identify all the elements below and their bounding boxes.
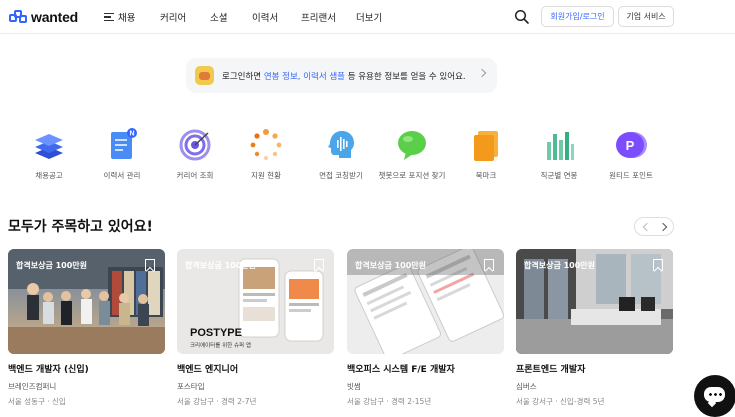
search-icon — [514, 9, 529, 24]
chat-bubble-icon — [395, 128, 429, 162]
quick-menu-label: 직군별 연봉 — [540, 171, 578, 180]
new-badge: N — [129, 131, 134, 138]
job-card-image: 합격보상금 100만원 — [516, 249, 673, 354]
company-name: 포스타입 — [177, 382, 205, 391]
job-card[interactable]: 합격보상금 100만원 POSTYPE 크리에이터를 위한 슈퍼 앱 백엔드 엔… — [177, 249, 334, 407]
signup-login-button[interactable]: 회원가입/로그인 — [541, 6, 614, 27]
nav-more[interactable]: 더보기 — [356, 10, 382, 24]
carousel-pager — [634, 217, 674, 236]
banner-text: 로그인하면 연봉 정보, 이력서 샘플 등 유용한 정보를 얻을 수 있어요. — [222, 70, 466, 82]
quick-menu-jobs[interactable]: 채용공고 — [13, 128, 85, 181]
nav-label: 커리어 — [160, 13, 187, 24]
banner-highlight: 연봉 정보, 이력서 샘플 — [263, 71, 346, 82]
reward-badge: 합격보상금 100만원 — [524, 261, 596, 270]
wanted-logo[interactable]: wanted — [9, 9, 78, 25]
quick-menu-interview[interactable]: 면접 코칭받기 — [305, 128, 377, 181]
search-button[interactable] — [514, 9, 530, 25]
quick-menu-label: 채용공고 — [35, 171, 63, 180]
quick-menu-label: 북마크 — [475, 171, 497, 180]
job-title: 백오피스 시스템 F/E 개발자 — [347, 365, 455, 375]
layers-icon — [32, 128, 66, 162]
job-card-image: 합격보상금 100만원 — [8, 249, 165, 354]
bookmark-icon[interactable] — [653, 259, 663, 271]
nav-social[interactable]: 소셜 — [210, 10, 252, 24]
nav-label: 소셜 — [210, 13, 228, 24]
nav-career[interactable]: 커리어 — [160, 10, 210, 24]
nav-label: 더보기 — [356, 13, 383, 24]
reward-badge: 합격보상금 100만원 — [355, 261, 427, 270]
quick-menu-label: 이력서 관리 — [103, 171, 141, 180]
banner-text-part: 로그인하면 — [222, 71, 264, 82]
reward-badge: 합격보상금 100만원 — [185, 261, 257, 270]
logo-text: wanted — [31, 9, 79, 25]
main-nav: 채용 커리어 소셜 이력서 프리랜서 더보기 — [104, 10, 382, 24]
chevron-right-icon — [477, 68, 487, 78]
quick-menu-points[interactable]: P 원티드 포인트 — [595, 128, 667, 181]
quick-menu-bookmark[interactable]: 북마크 — [450, 128, 522, 181]
banner-text-part: 등 유용한 정보를 얻을 수 있어요. — [345, 71, 466, 82]
carousel-prev-button[interactable] — [635, 218, 654, 235]
quick-menu-applications[interactable]: 지원 현황 — [230, 128, 302, 181]
nav-label: 프리랜서 — [301, 13, 336, 24]
login-banner[interactable]: 로그인하면 연봉 정보, 이력서 샘플 등 유용한 정보를 얻을 수 있어요. — [186, 58, 497, 93]
quick-menu-label: 커리어 조회 — [176, 171, 214, 180]
head-icon — [324, 128, 358, 162]
chat-dots-icon — [708, 393, 722, 396]
quick-menu-label: 챗봇으로 포지션 찾기 — [378, 171, 446, 180]
postype-tagline: 크리에이터를 위한 슈퍼 앱 — [190, 343, 251, 349]
job-meta: 서울 강남구 · 경력 2-7년 — [177, 397, 257, 406]
job-meta: 서울 강서구 · 신입-경력 5년 — [516, 397, 605, 406]
bookmark-icon[interactable] — [484, 259, 494, 271]
bar-chart-icon — [542, 128, 576, 162]
quick-menu-chatbot[interactable]: 챗봇으로 포지션 찾기 — [376, 128, 448, 181]
nav-freelancer[interactable]: 프리랜서 — [301, 10, 356, 24]
wanted-logo-icon — [9, 10, 28, 24]
chat-support-button[interactable] — [694, 375, 735, 417]
job-card-image: 합격보상금 100만원 — [347, 249, 504, 354]
job-card[interactable]: 합격보상금 100만원 백엔드 개발자 (신입) 브레인즈컴퍼니 서울 성동구 … — [8, 249, 165, 407]
gift-icon — [195, 66, 214, 85]
job-card[interactable]: 합격보상금 100만원 프론트엔드 개발자 심버스 서울 강서구 · 신입-경력… — [516, 249, 673, 407]
progress-icon — [249, 128, 283, 162]
point-symbol: P — [626, 138, 635, 153]
section-title: 모두가 주목하고 있어요! — [8, 219, 153, 235]
nav-label: 채용 — [118, 13, 136, 24]
quick-menu-label: 지원 현황 — [251, 171, 281, 180]
bookmark-icon[interactable] — [145, 259, 155, 271]
job-title: 백엔드 엔지니어 — [177, 365, 239, 375]
top-header: wanted 채용 커리어 소셜 이력서 프리랜서 더보기 회원가입/로그인 기… — [0, 0, 735, 34]
business-service-button[interactable]: 기업 서비스 — [618, 6, 674, 27]
job-title: 백엔드 개발자 (신입) — [8, 365, 89, 375]
postype-wordmark: POSTYPE — [190, 327, 242, 339]
company-name: 빗썸 — [347, 382, 361, 391]
nav-jobs[interactable]: 채용 — [104, 10, 160, 24]
quick-menu-salary[interactable]: 직군별 연봉 — [523, 128, 595, 181]
bookmark-icon[interactable] — [314, 259, 324, 271]
quick-menu-resume[interactable]: N 이력서 관리 — [86, 128, 158, 181]
job-card[interactable]: 합격보상금 100만원 백오피스 시스템 F/E 개발자 빗썸 서울 강남구 ·… — [347, 249, 504, 407]
quick-menu-label: 면접 코칭받기 — [319, 171, 363, 180]
nav-label: 이력서 — [252, 13, 279, 24]
quick-menu-career[interactable]: 커리어 조회 — [159, 128, 231, 181]
job-meta: 서울 강남구 · 경력 2-15년 — [347, 397, 432, 406]
target-icon — [178, 128, 212, 162]
company-name: 심버스 — [516, 382, 537, 391]
menu-icon — [104, 13, 114, 21]
carousel-next-button[interactable] — [654, 218, 673, 235]
point-icon: P — [614, 128, 648, 162]
job-card-image: 합격보상금 100만원 POSTYPE 크리에이터를 위한 슈퍼 앱 — [177, 249, 334, 354]
bookmark-icon — [469, 128, 503, 162]
nav-resume[interactable]: 이력서 — [252, 10, 301, 24]
resume-icon: N — [105, 128, 139, 162]
job-title: 프론트엔드 개발자 — [516, 365, 586, 375]
quick-menu-label: 원티드 포인트 — [609, 171, 653, 180]
company-name: 브레인즈컴퍼니 — [8, 382, 57, 391]
job-meta: 서울 성동구 · 신입 — [8, 397, 66, 406]
reward-badge: 합격보상금 100만원 — [16, 261, 88, 270]
